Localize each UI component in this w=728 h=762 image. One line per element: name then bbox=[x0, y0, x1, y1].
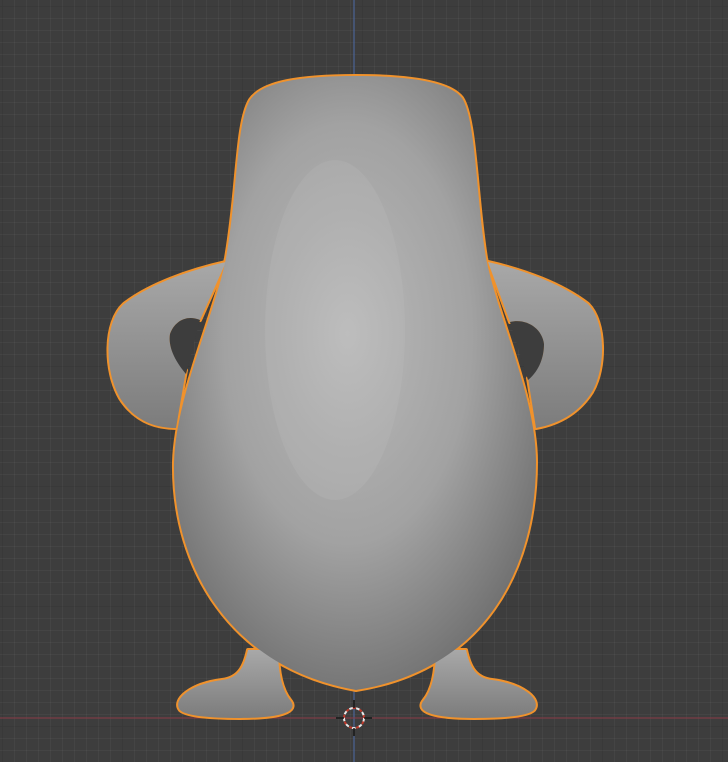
sculpted-mesh[interactable] bbox=[106, 74, 604, 720]
3d-viewport[interactable] bbox=[0, 0, 728, 762]
viewport-canvas[interactable] bbox=[0, 0, 728, 762]
mesh-highlight bbox=[265, 160, 405, 500]
